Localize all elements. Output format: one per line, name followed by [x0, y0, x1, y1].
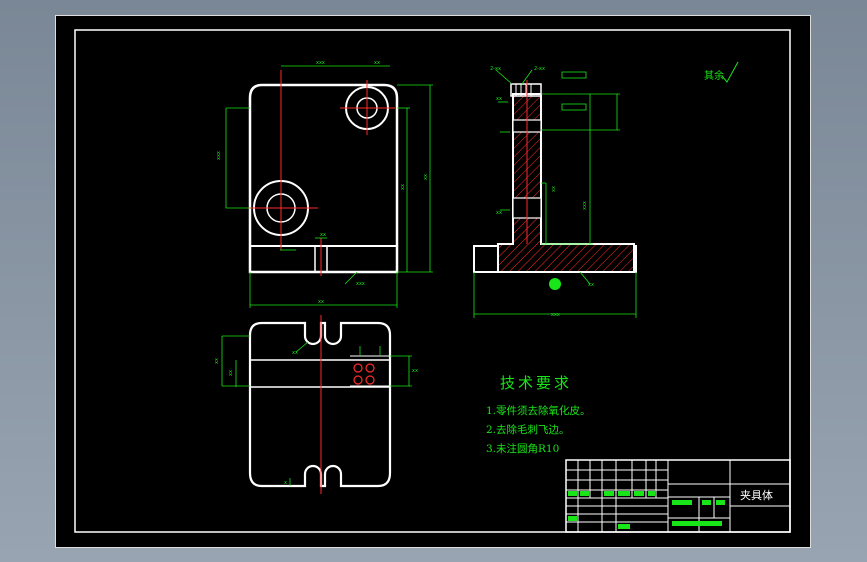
tech-note-2: 2.去除毛刺飞边。	[486, 424, 570, 436]
svg-text:xx: xx	[214, 358, 220, 364]
svg-text:xx: xx	[228, 370, 234, 376]
svg-text:xx: xx	[318, 299, 324, 305]
svg-text:2-xx: 2-xx	[490, 66, 501, 72]
roughness-note: 其余	[704, 71, 724, 82]
svg-text:xx: xx	[551, 186, 557, 192]
svg-text:2-xx: 2-xx	[534, 66, 545, 72]
svg-text:xx: xx	[320, 232, 326, 238]
drawing-border	[74, 29, 791, 533]
top-view: xx xx xx xx x	[214, 315, 418, 494]
front-view: xxx xx xxx xx xx xx xxx xx	[216, 60, 433, 308]
tech-note-3: 3.未注圆角R10	[486, 443, 560, 455]
tech-note-1: 1.零件须去除氧化皮。	[486, 405, 591, 417]
svg-text:xx: xx	[496, 96, 502, 102]
svg-text:xx: xx	[292, 350, 298, 356]
svg-text:x: x	[284, 480, 287, 486]
svg-text:xxx: xxx	[551, 312, 560, 318]
svg-text:xxx: xxx	[582, 201, 588, 210]
cad-drawing: xxx xx xxx xx xx xx xxx xx 2-xx 2-xx xx …	[74, 29, 791, 533]
tech-requirements-title: 技术要求	[500, 374, 573, 392]
svg-text:xx: xx	[496, 210, 502, 216]
svg-text:xx: xx	[400, 184, 406, 190]
part-name-label: 夹具体	[740, 489, 773, 502]
svg-text:xx: xx	[588, 282, 594, 288]
svg-text:xx: xx	[374, 60, 380, 66]
roughness-symbol	[721, 61, 739, 83]
svg-text:xxx: xxx	[316, 60, 325, 66]
section-view: 2-xx 2-xx xx xxx xxx xx xx xx	[473, 66, 637, 318]
svg-text:xx: xx	[423, 174, 429, 180]
svg-text:xx: xx	[412, 368, 418, 374]
svg-text:xxx: xxx	[216, 151, 222, 160]
svg-text:xxx: xxx	[356, 281, 365, 287]
